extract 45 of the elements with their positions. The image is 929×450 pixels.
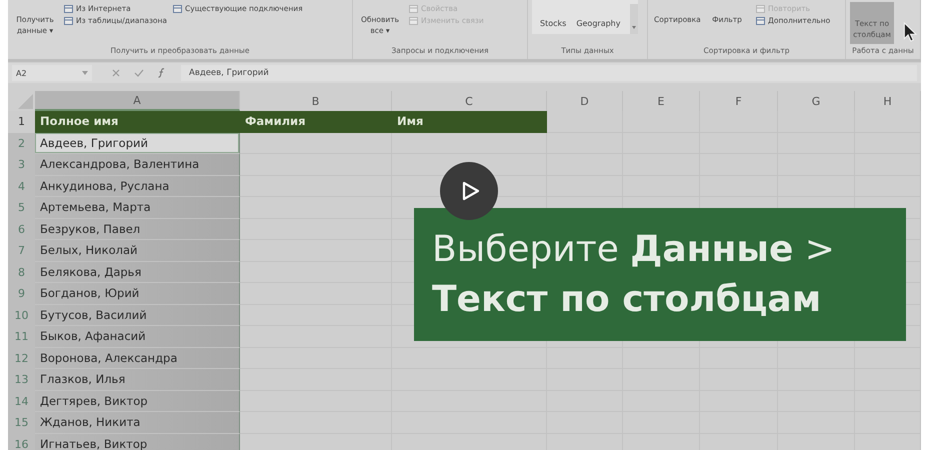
row-header[interactable]: 2 bbox=[8, 132, 35, 154]
row-header[interactable]: 13 bbox=[8, 369, 35, 390]
caption-text: Выберите Данные > bbox=[432, 228, 835, 272]
header-cell: Полное имя bbox=[35, 111, 240, 132]
row-header[interactable]: 3 bbox=[8, 154, 35, 176]
row-header[interactable]: 7 bbox=[8, 240, 35, 262]
data-type-option[interactable]: Stocks bbox=[540, 19, 566, 34]
table-cell: Александрова, Валентина bbox=[35, 154, 240, 176]
table-cell: Белякова, Дарья bbox=[35, 262, 240, 283]
table-cell: Богданов, Юрий bbox=[35, 283, 240, 304]
row-header[interactable]: 4 bbox=[8, 176, 35, 197]
column-header[interactable]: D bbox=[547, 91, 623, 111]
row-header[interactable]: 12 bbox=[8, 348, 35, 369]
row-header[interactable]: 15 bbox=[8, 412, 35, 434]
caption-text: Текст по столбцам bbox=[432, 278, 822, 322]
header-cell: Имя bbox=[392, 111, 547, 132]
row-header[interactable]: 10 bbox=[8, 304, 35, 326]
table-cell: Авдеев, Григорий bbox=[35, 132, 240, 154]
data-type-option[interactable]: Geography bbox=[576, 19, 620, 34]
table-cell: Артемьева, Марта bbox=[35, 197, 240, 218]
column-header[interactable]: H bbox=[855, 91, 921, 111]
formula-field[interactable]: Авдеев, Григорий bbox=[181, 65, 917, 81]
table-cell: Безруков, Павел bbox=[35, 218, 240, 240]
column-header[interactable]: F bbox=[700, 91, 778, 111]
column-header[interactable]: A bbox=[35, 91, 240, 111]
table-cell: Анкудинова, Руслана bbox=[35, 176, 240, 197]
column-header[interactable]: G bbox=[778, 91, 855, 111]
header-cell: Фамилия bbox=[240, 111, 392, 132]
row-header[interactable]: 14 bbox=[8, 390, 35, 412]
table-cell: Дегтярев, Виктор bbox=[35, 390, 240, 412]
row-header[interactable]: 16 bbox=[8, 434, 35, 450]
row-header[interactable]: 6 bbox=[8, 218, 35, 240]
row-header[interactable]: 9 bbox=[8, 283, 35, 304]
table-cell: Белых, Николай bbox=[35, 240, 240, 262]
table-cell: Воронова, Александра bbox=[35, 348, 240, 369]
row-header[interactable]: 8 bbox=[8, 262, 35, 283]
table-cell: Бутусов, Василий bbox=[35, 304, 240, 326]
row-header[interactable]: 11 bbox=[8, 326, 35, 348]
column-header[interactable]: E bbox=[623, 91, 700, 111]
table-cell: Жданов, Никита bbox=[35, 412, 240, 434]
row-header[interactable]: 5 bbox=[8, 197, 35, 218]
name-box[interactable]: A2 bbox=[12, 65, 92, 81]
table-cell: Игнатьев, Виктор bbox=[35, 434, 240, 450]
table-cell: Быков, Афанасий bbox=[35, 326, 240, 348]
table-cell: Глазков, Илья bbox=[35, 369, 240, 390]
